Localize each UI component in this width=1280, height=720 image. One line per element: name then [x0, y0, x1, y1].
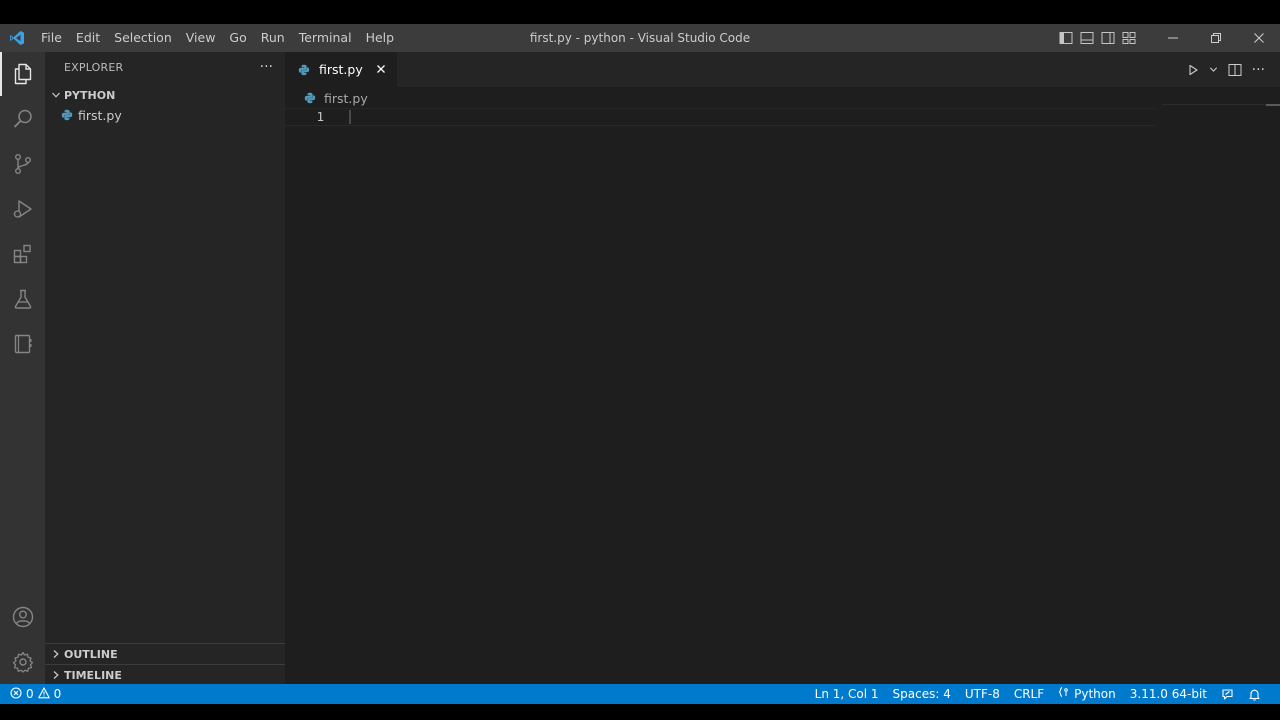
tab-label: first.py: [319, 62, 363, 77]
notebook-icon[interactable]: [0, 322, 45, 366]
status-bar-right: Ln 1, Col 1 Spaces: 4 UTF-8 CRLF Python …: [808, 684, 1268, 704]
breadcrumb-file[interactable]: first.py: [324, 91, 368, 106]
close-window-icon[interactable]: [1237, 24, 1280, 52]
activity-bar: [0, 52, 45, 684]
sidebar-more-actions-icon[interactable]: ···: [260, 52, 273, 84]
toggle-secondary-sidebar-icon[interactable]: [1097, 24, 1118, 52]
file-name: first.py: [78, 107, 122, 123]
toggle-primary-sidebar-icon[interactable]: [1055, 24, 1076, 52]
python-file-icon: [297, 63, 311, 77]
window-title: first.py - python - Visual Studio Code: [529, 31, 751, 45]
search-icon[interactable]: [0, 97, 45, 141]
restore-icon[interactable]: [1194, 24, 1237, 52]
section-outline-label: OUTLINE: [64, 647, 118, 661]
line-number: 1: [316, 109, 324, 124]
folder-section-python[interactable]: PYTHON: [45, 84, 285, 106]
scrollbar-indicator: [1266, 104, 1280, 106]
minimize-icon[interactable]: [1151, 24, 1194, 52]
language-mode[interactable]: Python: [1051, 684, 1123, 704]
file-encoding[interactable]: UTF-8: [958, 684, 1007, 704]
chevron-right-icon: [45, 670, 64, 680]
feedback-icon[interactable]: [1214, 684, 1241, 704]
section-timeline[interactable]: TIMELINE: [45, 664, 285, 686]
status-bar: 0 0 Ln 1, Col 1 Spaces: 4 UTF-8 CRLF Pyt…: [0, 684, 1280, 704]
menu-terminal[interactable]: Terminal: [292, 24, 359, 52]
menu-file[interactable]: File: [34, 24, 69, 52]
menu-help[interactable]: Help: [359, 24, 402, 52]
error-count: 0: [26, 687, 34, 701]
menu-view[interactable]: View: [179, 24, 223, 52]
menu-edit[interactable]: Edit: [69, 24, 107, 52]
chevron-right-icon: [45, 649, 64, 659]
toggle-panel-icon[interactable]: [1076, 24, 1097, 52]
problems-indicator[interactable]: 0 0: [10, 684, 61, 704]
minimap-border: [1162, 104, 1266, 105]
indentation[interactable]: Spaces: 4: [886, 684, 958, 704]
editor-area: first.py ··· first.py 1: [285, 52, 1280, 684]
file-item-first-py[interactable]: first.py: [45, 104, 285, 126]
breadcrumb: first.py: [303, 87, 368, 109]
split-editor-icon[interactable]: [1225, 59, 1245, 81]
source-control-icon[interactable]: [0, 142, 45, 186]
current-line-highlight: [285, 108, 1155, 126]
letterbox-bottom: [0, 704, 1280, 720]
close-tab-icon[interactable]: [373, 61, 389, 77]
sidebar-title: EXPLORER: [64, 61, 124, 74]
python-file-icon: [60, 108, 74, 122]
menu-run[interactable]: Run: [254, 24, 292, 52]
title-controls: [1055, 24, 1280, 52]
editor-more-actions-icon[interactable]: ···: [1249, 59, 1268, 81]
letterbox-top: [0, 0, 1280, 24]
section-timeline-label: TIMELINE: [64, 668, 122, 682]
run-debug-icon[interactable]: [0, 187, 45, 231]
warning-count: 0: [53, 687, 62, 701]
language-label: Python: [1074, 687, 1116, 701]
run-python-file-icon[interactable]: [1184, 59, 1202, 81]
end-of-line[interactable]: CRLF: [1007, 684, 1051, 704]
testing-icon[interactable]: [0, 277, 45, 321]
menu-go[interactable]: Go: [222, 24, 253, 52]
braces-icon: [1058, 684, 1070, 704]
explorer-sidebar: EXPLORER ··· PYTHON first.py OUTLINE TIM…: [45, 52, 285, 684]
folder-name: PYTHON: [64, 88, 116, 102]
explorer-icon[interactable]: [0, 52, 45, 96]
text-cursor[interactable]: [349, 110, 351, 124]
settings-gear-icon[interactable]: [0, 640, 45, 684]
editor-actions: ···: [1184, 52, 1268, 87]
menu-bar: File Edit Selection View Go Run Terminal…: [34, 24, 401, 52]
notifications-bell-icon[interactable]: [1241, 684, 1268, 704]
customize-layout-icon[interactable]: [1118, 24, 1139, 52]
tab-first-py[interactable]: first.py: [285, 52, 397, 87]
accounts-icon[interactable]: [0, 595, 45, 639]
python-interpreter[interactable]: 3.11.0 64-bit: [1123, 684, 1214, 704]
run-dropdown-chevron-icon[interactable]: [1206, 59, 1221, 81]
error-icon: [10, 686, 22, 702]
extensions-icon[interactable]: [0, 232, 45, 276]
warning-icon: [37, 686, 50, 702]
menu-selection[interactable]: Selection: [107, 24, 179, 52]
cursor-position[interactable]: Ln 1, Col 1: [808, 684, 886, 704]
python-file-icon: [303, 91, 317, 105]
tab-bar: first.py ···: [285, 52, 1280, 87]
section-outline[interactable]: OUTLINE: [45, 643, 285, 665]
chevron-down-icon: [45, 90, 64, 100]
vscode-logo-icon: [0, 24, 34, 52]
title-bar: File Edit Selection View Go Run Terminal…: [0, 24, 1280, 52]
